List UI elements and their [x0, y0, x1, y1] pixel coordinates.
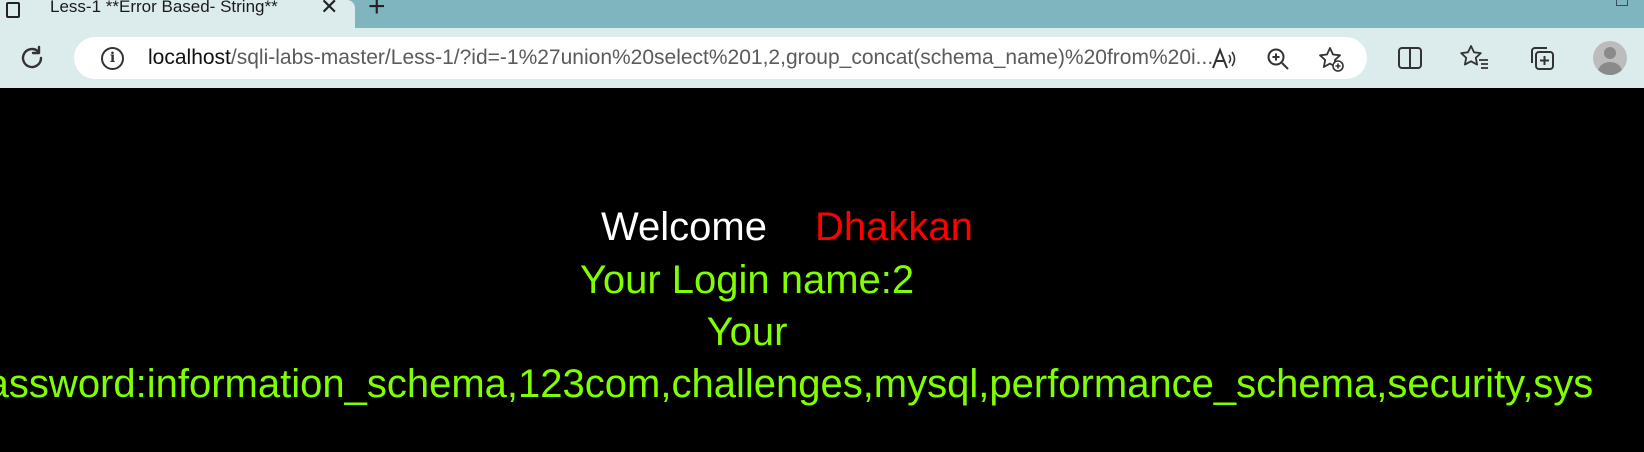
tab-title: Less-1 **Error Based- String** [50, 0, 278, 16]
restore-icon[interactable] [1616, 0, 1628, 6]
site-info-icon[interactable]: i [101, 47, 124, 70]
split-screen-icon[interactable] [1395, 43, 1425, 73]
welcome-text: Welcome [601, 205, 767, 249]
active-tab[interactable]: Less-1 **Error Based- String** ✕ [0, 0, 355, 28]
your-text: Your [706, 310, 788, 354]
profile-avatar[interactable] [1593, 41, 1627, 75]
login-name-text: Your Login name:2 [579, 258, 915, 302]
password-text: Password:information_schema,123com,chall… [0, 362, 1594, 406]
username-text: Dhakkan [815, 205, 973, 249]
page-icon [6, 2, 20, 18]
page-content: Welcome Dhakkan Your Login name:2 Your P… [0, 88, 1644, 452]
url-path: /sqli-labs-master/Less-1/?id=-1%27union%… [230, 46, 1214, 69]
read-aloud-icon[interactable] [1210, 46, 1236, 72]
address-bar[interactable]: i localhost/sqli-labs-master/Less-1/?id=… [74, 37, 1367, 79]
zoom-icon[interactable] [1265, 46, 1291, 72]
new-tab-button[interactable]: + [368, 0, 386, 22]
reload-icon[interactable] [17, 43, 47, 73]
url-host: localhost [148, 46, 231, 69]
tab-close-button[interactable]: ✕ [320, 0, 338, 18]
collections-icon[interactable] [1527, 43, 1557, 73]
tab-strip: Less-1 **Error Based- String** ✕ + [0, 0, 1644, 28]
favorites-icon[interactable] [1460, 43, 1490, 73]
url-text[interactable]: localhost/sqli-labs-master/Less-1/?id=-1… [148, 46, 1213, 70]
favorite-add-icon[interactable] [1318, 46, 1344, 72]
browser-toolbar: i localhost/sqli-labs-master/Less-1/?id=… [0, 28, 1644, 88]
